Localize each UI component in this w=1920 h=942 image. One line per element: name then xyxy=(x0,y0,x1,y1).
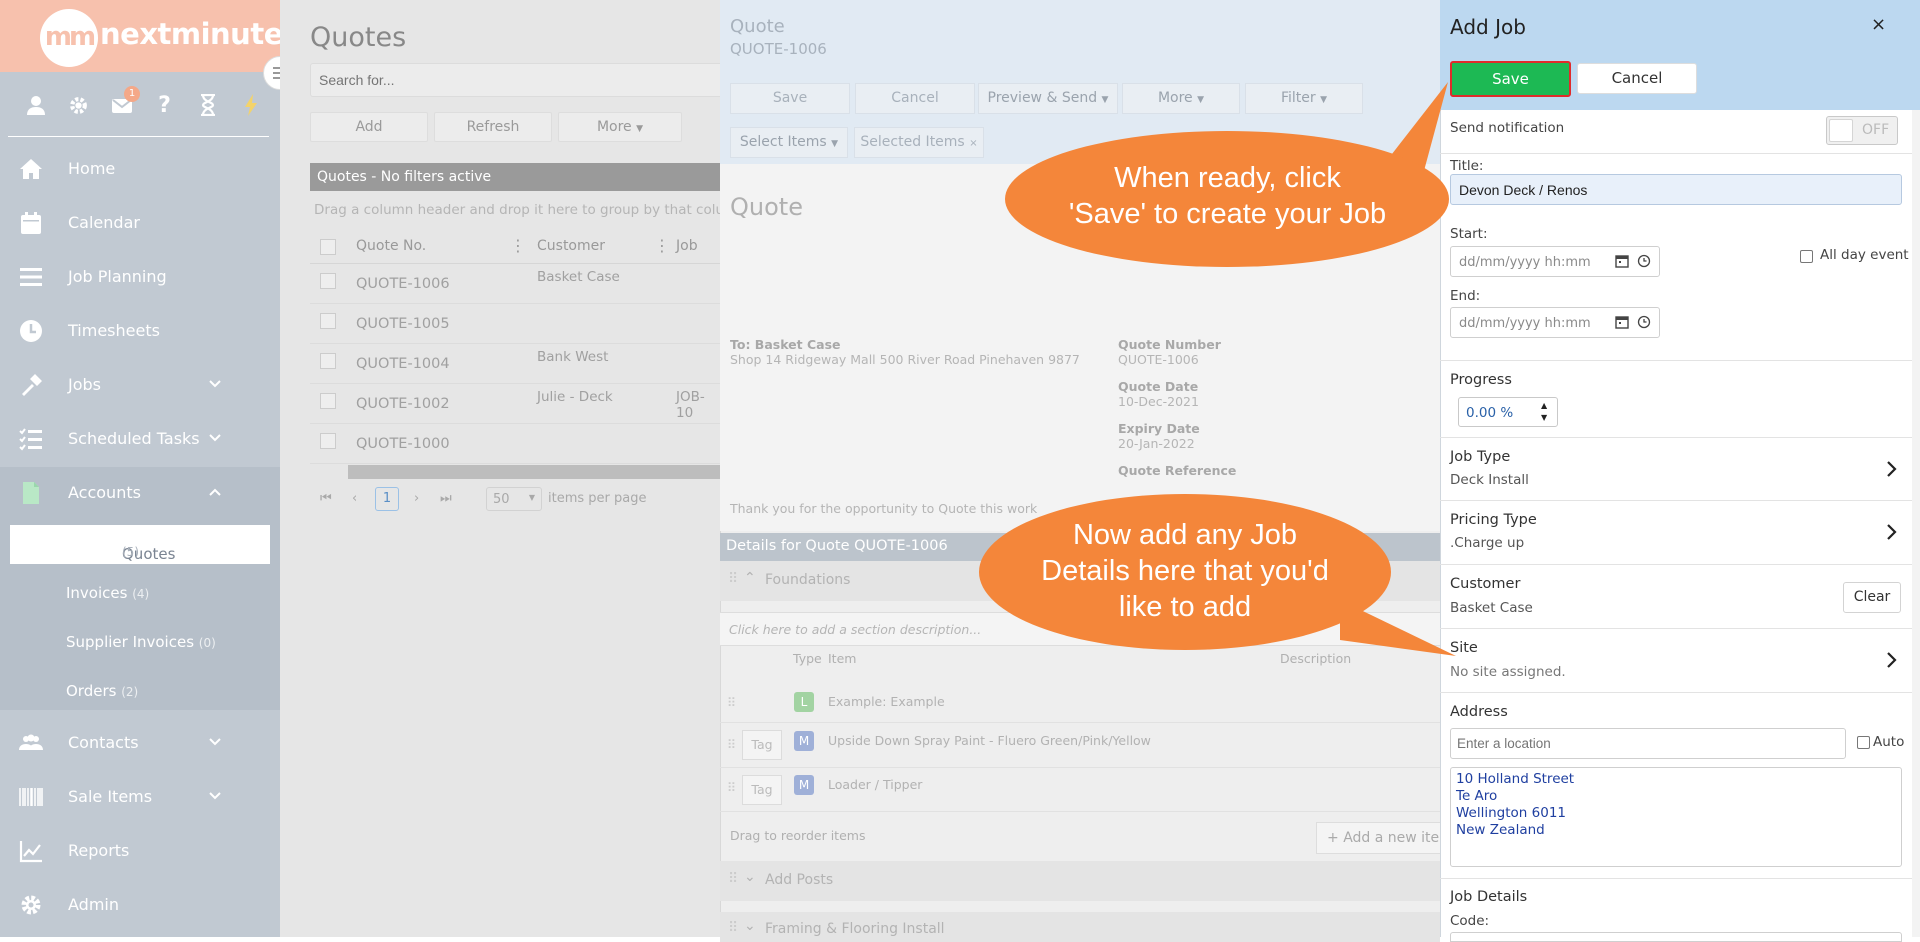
callout-line: When ready, click xyxy=(1114,162,1341,194)
callout-shapes xyxy=(979,82,1456,656)
callout-line: like to add xyxy=(1118,591,1252,623)
save-tip-callout: When ready, click 'Save' to create your … xyxy=(1010,160,1445,232)
details-tip-callout: Now add any Job Details here that you'd … xyxy=(985,517,1385,625)
callout-line: Now add any Job xyxy=(1072,519,1298,551)
callout-line: Details here that you'd xyxy=(1041,555,1329,587)
callout-line: 'Save' to create your Job xyxy=(1068,198,1387,230)
